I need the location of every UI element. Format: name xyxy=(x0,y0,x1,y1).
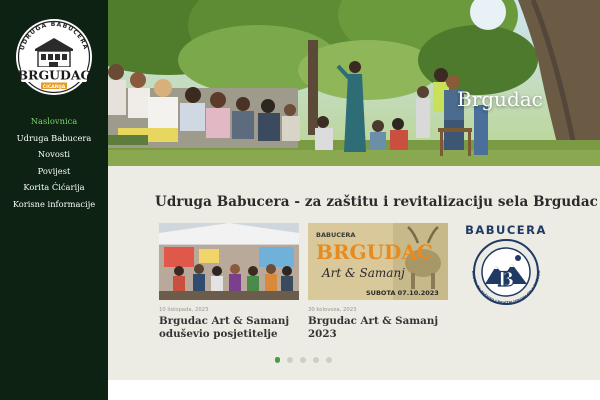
main-nav: Naslovnica Udruga Babucera Novosti Povij… xyxy=(0,113,108,212)
poster-top: BABUCERA xyxy=(316,231,355,239)
page-title: Udruga Babucera - za zaštitu i revitaliz… xyxy=(155,194,599,210)
news-card-title[interactable]: Brgudac Art & Samanj 2023 xyxy=(308,315,448,340)
logo-ribbon: ĆIĆARIJA xyxy=(43,83,66,90)
poster-date: SUBOTA 07.10.2023 xyxy=(366,289,439,297)
brgudac-logo[interactable]: UDRUGA BABUCERA BRGUDAC ĆIĆARIJA xyxy=(13,16,95,96)
nav-item-povijest[interactable]: Povijest xyxy=(0,163,108,180)
news-card-title[interactable]: Brgudac Art & Samanj oduševio posjetitel… xyxy=(159,315,299,340)
nav-item-korita-cicarija[interactable]: Korita Ćićarija xyxy=(0,179,108,196)
news-card-date: 30 kolovoza, 2023 xyxy=(308,307,357,313)
babucera-logo-name: BABUCERA xyxy=(465,223,547,237)
news-card-date: 10 listopada, 2023 xyxy=(159,307,209,313)
news-card[interactable]: BABUCERA BRGUDAC Art & Samanj SUBOTA 07.… xyxy=(308,223,448,340)
nav-item-udruga-babucera[interactable]: Udruga Babucera xyxy=(0,130,108,147)
next-section-strip xyxy=(108,380,600,400)
main-content: Udruga Babucera - za zaštitu i revitaliz… xyxy=(108,166,600,380)
hero-caption: Brgudac xyxy=(457,87,543,111)
babucera-logo[interactable]: BABUCERA B UDRUGA ZA ZAŠTITU I REVITALIZ… xyxy=(458,222,553,312)
poster-script: Art & Samanj xyxy=(321,266,405,280)
sidebar: UDRUGA BABUCERA BRGUDAC ĆIĆARIJA Naslovn… xyxy=(0,0,108,400)
slider-dot-4[interactable] xyxy=(313,357,319,363)
nav-item-novosti[interactable]: Novosti xyxy=(0,146,108,163)
hero-photo xyxy=(108,0,600,166)
slider-dot-3[interactable] xyxy=(300,357,306,363)
logo-wordmark: BRGUDAC xyxy=(17,68,90,83)
news-card-image[interactable]: BABUCERA BRGUDAC Art & Samanj SUBOTA 07.… xyxy=(308,223,448,300)
hero-banner: Brgudac xyxy=(108,0,600,166)
nav-item-naslovnica[interactable]: Naslovnica xyxy=(0,113,108,130)
slider-dot-1[interactable] xyxy=(275,357,280,363)
poster-headline: BRGUDAC xyxy=(316,240,433,264)
slider-dot-5[interactable] xyxy=(326,357,332,363)
news-card[interactable]: 10 listopada, 2023 Brgudac Art & Samanj … xyxy=(159,223,299,340)
nav-item-korisne-informacije[interactable]: Korisne informacije xyxy=(0,196,108,213)
slider-pagination xyxy=(275,357,332,363)
news-card-image[interactable] xyxy=(159,223,299,300)
slider-dot-2[interactable] xyxy=(287,357,293,363)
babucera-logo-letter: B xyxy=(498,267,515,291)
